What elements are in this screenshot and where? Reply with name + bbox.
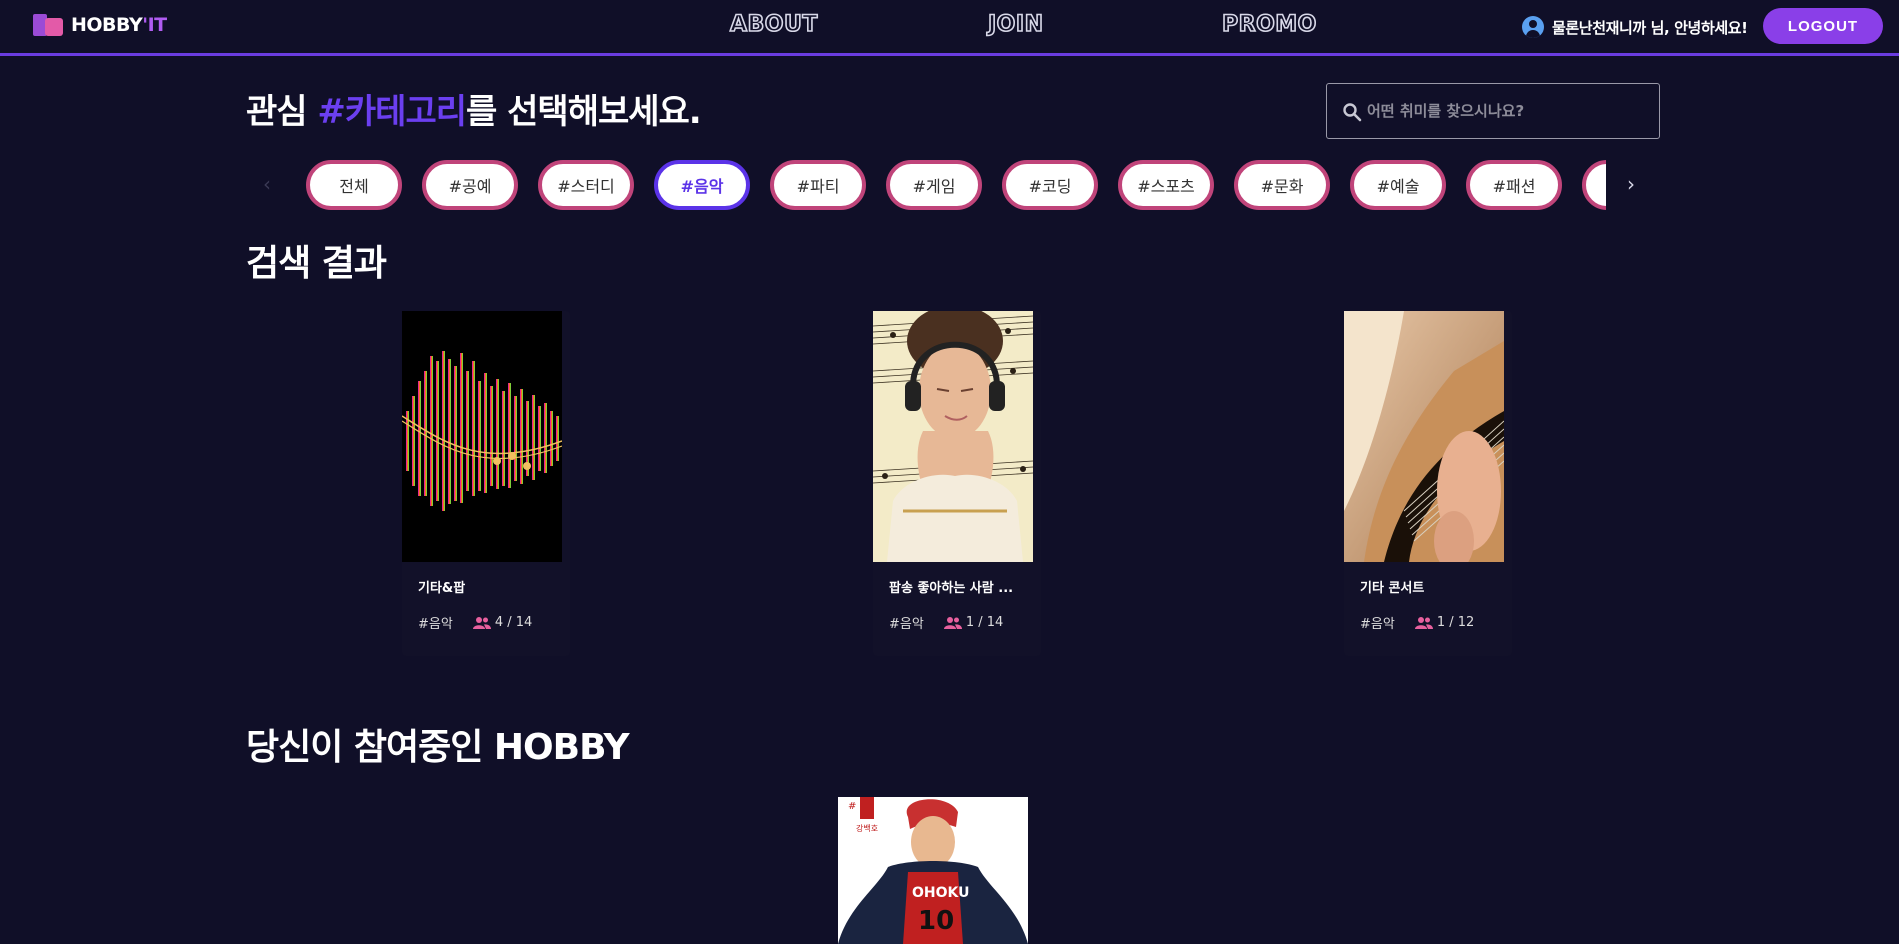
card-members: 1 / 12 <box>1414 615 1475 630</box>
nav-join[interactable]: JOIN <box>987 11 1044 38</box>
logout-button[interactable]: LOGOUT <box>1763 8 1883 44</box>
category-chip-craft[interactable]: #공예 <box>422 160 518 210</box>
search-box[interactable] <box>1326 83 1660 139</box>
category-chip-coding[interactable]: #코딩 <box>1002 160 1098 210</box>
category-chip-party[interactable]: #파티 <box>770 160 866 210</box>
card-category: #음악 <box>418 617 453 632</box>
svg-text:OHOKU: OHOKU <box>912 885 970 901</box>
card-member-count: 1 / 14 <box>965 615 1004 630</box>
category-chip-fashion[interactable]: #패션 <box>1466 160 1562 210</box>
brand-logo[interactable]: HOBBY'IT <box>33 14 167 36</box>
card-member-count: 4 / 14 <box>494 615 533 630</box>
results-title: 검색 결과 <box>246 243 387 284</box>
people-icon <box>472 616 491 629</box>
chevron-right-icon[interactable]: › <box>1627 172 1635 196</box>
category-chip-culture[interactable]: #문화 <box>1234 160 1330 210</box>
card-members: 4 / 14 <box>472 615 533 630</box>
category-chip-sports[interactable]: #스포츠 <box>1118 160 1214 210</box>
category-chip-study[interactable]: #스터디 <box>538 160 634 210</box>
top-header: HOBBY'IT ABOUT JOIN PROMO 물론난천재니까 님, 안녕하… <box>0 0 1899 56</box>
guitar-closeup-image <box>1344 311 1504 562</box>
svg-text:10: 10 <box>918 906 954 936</box>
user-greeting: 물론난천재니까 님, 안녕하세요! <box>1552 18 1748 37</box>
category-carousel: 전체 #공예 #스터디 #음악 #파티 #게임 #코딩 #스포츠 #문화 #예술… <box>306 160 1606 212</box>
search-input[interactable] <box>1367 84 1652 138</box>
joined-hobby-card[interactable]: # 강백호 OHOKU 10 <box>838 797 1028 944</box>
category-chip-art[interactable]: #예술 <box>1350 160 1446 210</box>
hobby-card[interactable]: 팝송 좋아하는 사람 ... #음악 1 / 14 <box>873 311 1041 656</box>
category-headline: 관심 #카테고리를 선택해보세요. <box>246 92 702 132</box>
joined-title: 당신이 참여중인 HOBBY <box>246 727 630 768</box>
logo-text: HOBBY'IT <box>71 14 167 36</box>
people-icon <box>943 616 962 629</box>
logo-mark-icon <box>33 14 63 36</box>
user-info: 물론난천재니까 님, 안녕하세요! <box>1522 16 1748 38</box>
category-chip-game[interactable]: #게임 <box>886 160 982 210</box>
category-chip-music[interactable]: #음악 <box>654 160 750 210</box>
card-member-count: 1 / 12 <box>1436 615 1475 630</box>
card-members: 1 / 14 <box>943 615 1004 630</box>
card-meta: #음악 1 / 12 <box>1360 613 1474 632</box>
category-chip-more[interactable] <box>1582 160 1606 210</box>
music-waveform-image <box>402 311 562 562</box>
chevron-left-icon[interactable]: ‹ <box>263 172 271 196</box>
card-category: #음악 <box>889 617 924 632</box>
card-meta: #음악 4 / 14 <box>418 613 532 632</box>
hobby-card[interactable]: 기타&팝 #음악 4 / 14 <box>402 311 570 656</box>
user-avatar-icon[interactable] <box>1522 16 1544 38</box>
card-title: 팝송 좋아하는 사람 ... <box>889 581 1014 596</box>
comic-cover-image: # 강백호 OHOKU 10 <box>838 797 1028 944</box>
card-title: 기타 콘서트 <box>1360 581 1425 596</box>
svg-text:강백호: 강백호 <box>856 823 878 833</box>
nav-promo[interactable]: PROMO <box>1221 11 1317 38</box>
hobby-card[interactable]: 기타 콘서트 #음악 1 / 12 <box>1344 311 1512 656</box>
category-chip-all[interactable]: 전체 <box>306 160 402 210</box>
card-category: #음악 <box>1360 617 1395 632</box>
search-icon <box>1343 103 1362 122</box>
card-title: 기타&팝 <box>418 581 466 596</box>
svg-text:#: # <box>848 801 856 812</box>
people-icon <box>1414 616 1433 629</box>
nav-about[interactable]: ABOUT <box>729 11 818 38</box>
girl-headphones-image <box>873 311 1033 562</box>
card-meta: #음악 1 / 14 <box>889 613 1003 632</box>
